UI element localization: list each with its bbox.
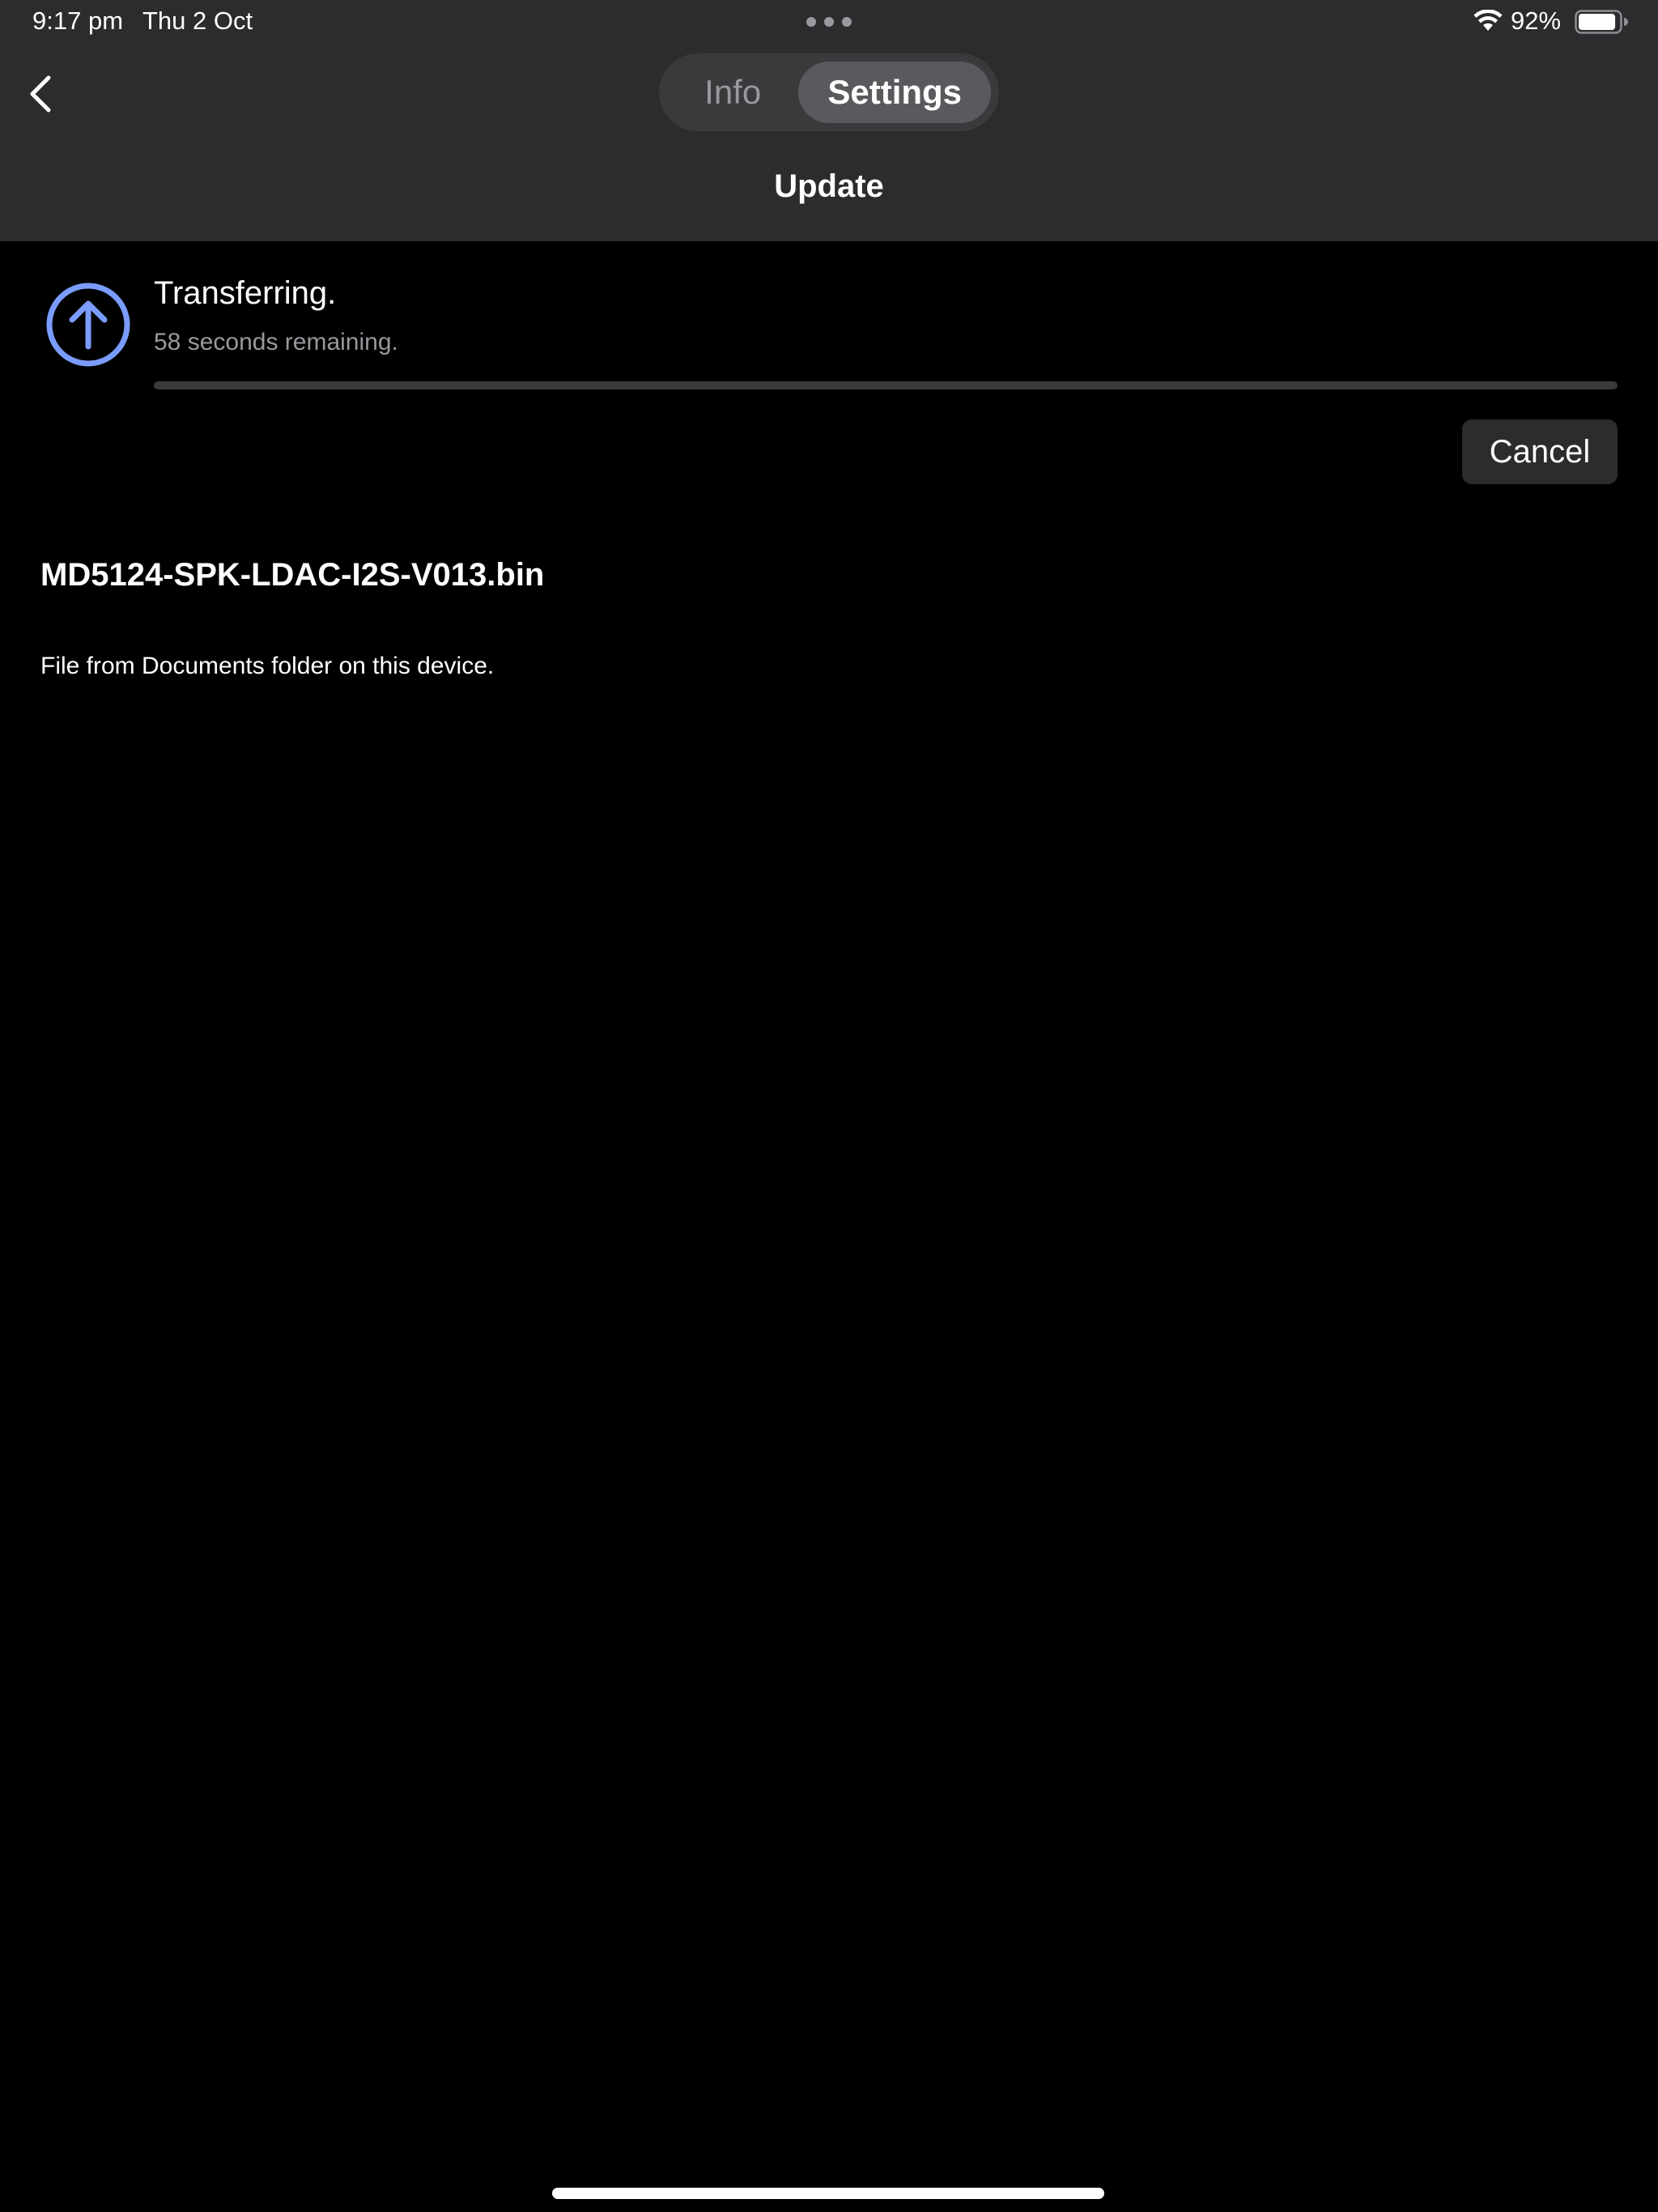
status-time: 9:17 pm xyxy=(32,6,124,35)
status-bar: 9:17 pm Thu 2 Oct 92% xyxy=(0,0,1658,45)
back-button[interactable] xyxy=(15,68,66,120)
battery-icon xyxy=(1575,10,1628,34)
file-name: MD5124-SPK-LDAC-I2S-V013.bin xyxy=(40,557,545,593)
arrow-up-circle-icon xyxy=(46,283,130,367)
header-bar: 9:17 pm Thu 2 Oct 92% Info Settings Upda… xyxy=(0,0,1658,241)
status-date: Thu 2 Oct xyxy=(142,6,253,35)
cancel-button[interactable]: Cancel xyxy=(1462,419,1618,484)
wifi-icon xyxy=(1473,10,1503,31)
file-description: File from Documents folder on this devic… xyxy=(40,653,495,679)
tab-info[interactable]: Info xyxy=(667,62,798,123)
transfer-progress-bar xyxy=(154,381,1618,389)
segmented-control: Info Settings xyxy=(659,53,999,131)
multitasking-dots-icon[interactable] xyxy=(806,16,852,28)
page-title: Update xyxy=(774,168,884,204)
chevron-left-icon xyxy=(30,75,51,113)
battery-percent: 92% xyxy=(1511,6,1562,35)
transfer-status: Transferring. xyxy=(154,275,337,311)
time-remaining: 58 seconds remaining. xyxy=(154,329,398,355)
home-indicator[interactable] xyxy=(552,2188,1104,2199)
tab-settings[interactable]: Settings xyxy=(798,62,991,123)
